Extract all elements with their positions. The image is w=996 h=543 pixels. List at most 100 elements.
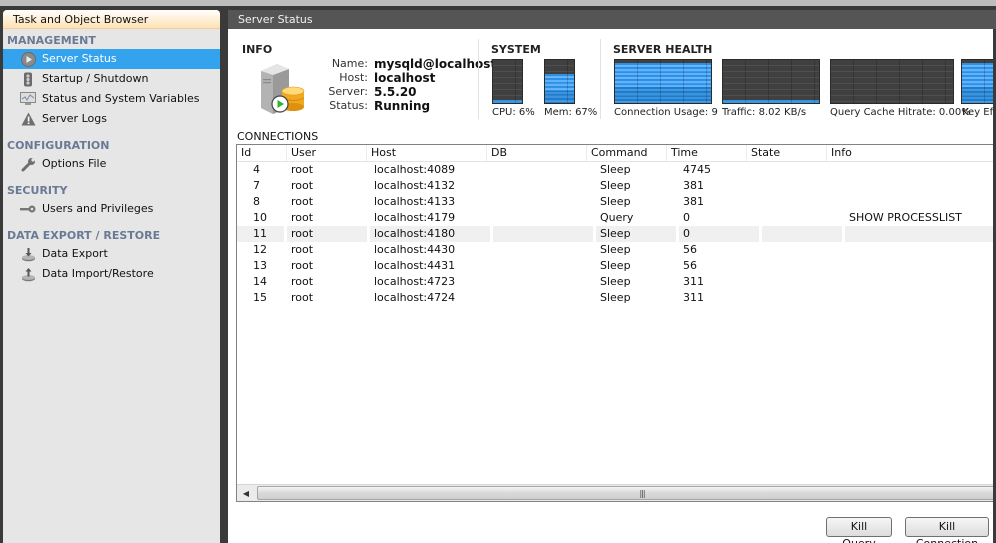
sidebar-item-data-export[interactable]: Data Export <box>3 244 220 264</box>
scrollbar-thumb[interactable]: ||| <box>257 486 996 500</box>
sidebar-item-data-import-restore[interactable]: Data Import/Restore <box>3 264 220 284</box>
column-header-db[interactable]: DB <box>487 145 587 161</box>
cell-time: 56 <box>683 259 697 272</box>
cell-user: root <box>291 259 314 272</box>
cell-time: 0 <box>679 226 759 242</box>
sidebar-item-label: Server Status <box>42 52 117 65</box>
cell-db <box>493 258 593 274</box>
cell-info <box>845 258 993 274</box>
cell-info: SHOW PROCESSLIST <box>849 211 962 224</box>
table-row[interactable]: 14 root localhost:4723 Sleep 311 <box>237 274 996 290</box>
cell-id: 13 <box>253 259 267 272</box>
cell-command: Sleep <box>600 179 631 192</box>
sidebar-item-status-system-variables[interactable]: Status and System Variables <box>3 89 220 109</box>
table-row[interactable]: 4 root localhost:4089 Sleep 4745 <box>237 162 996 178</box>
cell-user: root <box>291 211 314 224</box>
info-server-row: Server: 5.5.20 <box>328 85 417 99</box>
play-circle-icon <box>20 51 36 67</box>
sidebar-item-label: Server Logs <box>42 112 107 125</box>
connections-label: CONNECTIONS <box>237 130 319 143</box>
divider <box>478 39 479 119</box>
cell-db <box>493 242 593 258</box>
cell-command: Sleep <box>600 259 631 272</box>
cell-id: 8 <box>253 195 260 208</box>
sidebar-item-options-file[interactable]: Options File <box>3 154 220 174</box>
cell-user: root <box>287 226 367 242</box>
cell-db <box>493 290 593 306</box>
cell-time: 311 <box>683 291 704 304</box>
cell-state <box>762 194 842 210</box>
column-header-user[interactable]: User <box>287 145 367 161</box>
scroll-left-arrow-icon[interactable]: ◀ <box>237 486 255 501</box>
cell-db <box>493 210 593 226</box>
table-row[interactable]: 10 root localhost:4179 Query 0 SHOW PROCESSLI… <box>237 210 996 226</box>
sidebar-item-label: Startup / Shutdown <box>42 72 149 85</box>
cell-info <box>845 290 993 306</box>
horizontal-scrollbar[interactable]: ◀ ||| <box>237 484 996 501</box>
download-icon <box>20 246 36 262</box>
cell-id: 11 <box>237 226 284 242</box>
table-row[interactable]: 13 root localhost:4431 Sleep 56 <box>237 258 996 274</box>
table-row[interactable]: 7 root localhost:4132 Sleep 381 <box>237 178 996 194</box>
cell-id: 7 <box>253 179 260 192</box>
table-header: Id User Host DB Command Time State Info <box>237 145 996 162</box>
cell-info <box>845 274 993 290</box>
sidebar-item-label: Data Import/Restore <box>42 267 154 280</box>
sidebar-title: Task and Object Browser <box>3 10 220 29</box>
kill-query-button[interactable]: Kill Query <box>826 517 892 543</box>
monitor-chart-icon <box>20 91 36 107</box>
cell-command: Sleep <box>596 226 676 242</box>
key-efficiency-gauge <box>961 59 996 104</box>
cell-command: Sleep <box>600 243 631 256</box>
panel-title: Server Status <box>228 10 996 29</box>
window-top-strip <box>0 0 996 6</box>
cell-host: localhost:4089 <box>374 163 456 176</box>
kill-connection-button[interactable]: Kill Connection <box>905 517 989 543</box>
cell-command: Sleep <box>600 195 631 208</box>
system-label: SYSTEM <box>491 43 541 56</box>
table-row[interactable]: 12 root localhost:4430 Sleep 56 <box>237 242 996 258</box>
cell-state <box>762 162 842 178</box>
cell-command: Sleep <box>600 163 631 176</box>
server-info-fields: Name: mysqld@localhost Host: localhost S… <box>308 57 496 113</box>
cell-user: root <box>291 179 314 192</box>
warning-icon <box>20 111 36 127</box>
sidebar-item-server-logs[interactable]: Server Logs <box>3 109 220 129</box>
cell-state <box>762 290 842 306</box>
traffic-light-icon <box>20 71 36 87</box>
column-header-info[interactable]: Info <box>827 145 996 161</box>
column-header-state[interactable]: State <box>747 145 827 161</box>
table-row[interactable]: 11 root localhost:4180 Sleep 0 <box>237 226 996 242</box>
cell-host: localhost:4180 <box>370 226 490 242</box>
cell-info <box>845 178 993 194</box>
cell-user: root <box>291 163 314 176</box>
table-row[interactable]: 8 root localhost:4133 Sleep 381 <box>237 194 996 210</box>
column-header-id[interactable]: Id <box>237 145 287 161</box>
table-row[interactable]: 15 root localhost:4724 Sleep 311 <box>237 290 996 306</box>
upload-icon <box>20 266 36 282</box>
server-icon <box>255 61 307 116</box>
cell-info <box>845 226 993 242</box>
cell-state <box>762 258 842 274</box>
cell-host: localhost:4724 <box>374 291 456 304</box>
server-version-value: 5.5.20 <box>374 85 417 99</box>
cell-id: 4 <box>253 163 260 176</box>
server-health-label: SERVER HEALTH <box>613 43 713 56</box>
cell-info <box>845 194 993 210</box>
cell-host: localhost:4132 <box>374 179 456 192</box>
server-host-value: localhost <box>374 71 436 85</box>
column-header-host[interactable]: Host <box>367 145 487 161</box>
cell-info <box>845 242 993 258</box>
sidebar-item-startup-shutdown[interactable]: Startup / Shutdown <box>3 69 220 89</box>
column-header-command[interactable]: Command <box>587 145 667 161</box>
cell-db <box>493 178 593 194</box>
info-name-row: Name: mysqld@localhost <box>331 57 497 71</box>
cell-user: root <box>291 275 314 288</box>
task-object-browser: Task and Object Browser MANAGEMENT Serve… <box>3 10 220 543</box>
sidebar-item-server-status[interactable]: Server Status <box>3 49 220 69</box>
sidebar-item-label: Status and System Variables <box>42 92 200 105</box>
column-header-time[interactable]: Time <box>667 145 747 161</box>
sidebar-item-users-privileges[interactable]: Users and Privileges <box>3 199 220 219</box>
cell-host: localhost:4179 <box>374 211 456 224</box>
divider <box>600 39 601 119</box>
